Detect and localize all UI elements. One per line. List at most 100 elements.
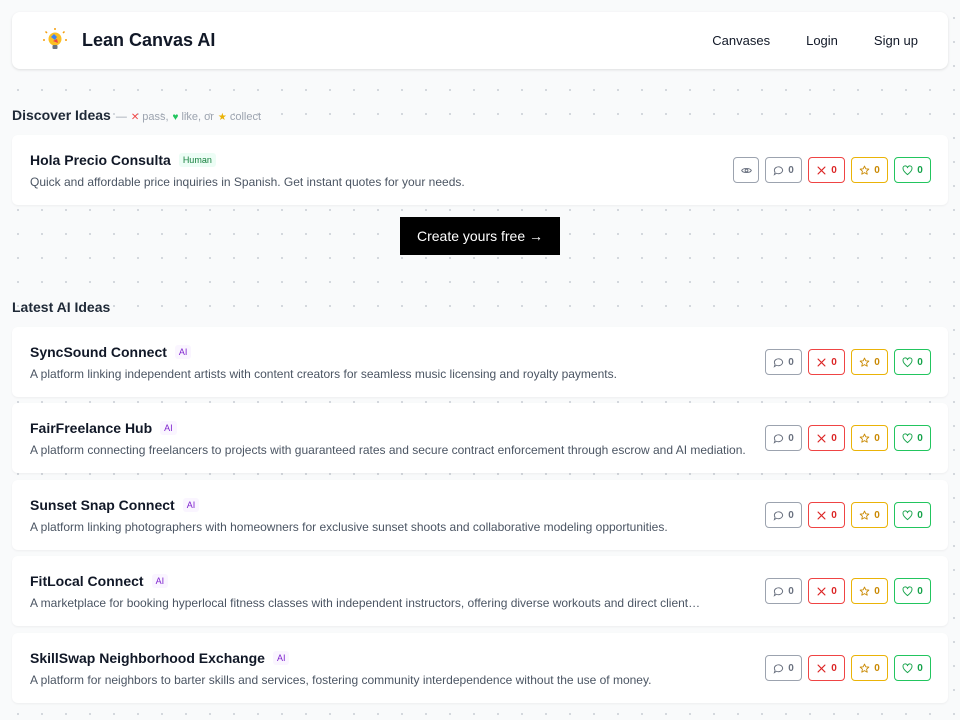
collect-button[interactable]: 0 <box>851 349 888 375</box>
latest-idea-card[interactable]: Sunset Snap Connect AI A platform linking … <box>12 480 948 550</box>
source-tag: AI <box>151 574 169 588</box>
like-count: 0 <box>917 662 923 674</box>
pass-button[interactable]: 0 <box>808 157 845 183</box>
x-icon <box>817 358 826 366</box>
comment-icon <box>773 357 784 368</box>
star-outline-icon <box>859 357 870 367</box>
collect-count: 0 <box>874 432 880 444</box>
source-tag: AI <box>174 345 192 359</box>
idea-actions: 0 0 0 0 <box>765 349 931 375</box>
latest-title: Latest AI Ideas <box>12 299 111 315</box>
card-title-row: FairFreelance Hub AI <box>30 420 177 436</box>
nav-link-canvases[interactable]: Canvases <box>712 33 770 48</box>
comment-icon <box>773 165 784 176</box>
collect-button[interactable]: 0 <box>851 655 888 681</box>
comment-count: 0 <box>788 432 794 444</box>
nav-link-signup[interactable]: Sign up <box>874 33 918 48</box>
lightbulb-logo-icon[interactable] <box>42 27 68 54</box>
comment-button[interactable]: 0 <box>765 502 802 528</box>
latest-idea-card[interactable]: FairFreelance Hub AI A platform connecting… <box>12 403 948 473</box>
star-outline-icon <box>859 510 870 520</box>
brand-name[interactable]: Lean Canvas AI <box>82 30 215 51</box>
idea-description: A platform linking photographers with ho… <box>30 520 668 534</box>
comment-icon <box>773 510 784 521</box>
collect-count: 0 <box>874 164 880 176</box>
reaction-legend: — ✕ pass, ♥ like, or ★ collect <box>116 111 261 123</box>
nav-links: Canvases Login Sign up <box>712 33 918 48</box>
idea-title[interactable]: Hola Precio Consulta <box>30 152 171 168</box>
navbar: Lean Canvas AI Canvases Login Sign up <box>12 12 948 69</box>
collect-count: 0 <box>874 509 880 521</box>
pass-button[interactable]: 0 <box>808 578 845 604</box>
x-icon <box>817 434 826 442</box>
collect-button[interactable]: 0 <box>851 425 888 451</box>
like-count: 0 <box>917 356 923 368</box>
idea-actions: 0 0 0 0 <box>765 578 931 604</box>
source-tag: AI <box>272 651 290 665</box>
comment-count: 0 <box>788 509 794 521</box>
source-tag: AI <box>182 498 200 512</box>
collect-button[interactable]: 0 <box>851 502 888 528</box>
heart-icon: ♥ <box>172 111 179 123</box>
create-free-button[interactable]: Create yours free → <box>400 217 560 255</box>
eye-icon <box>740 167 752 173</box>
idea-title[interactable]: FitLocal Connect <box>30 573 144 589</box>
like-button[interactable]: 0 <box>894 349 931 375</box>
pass-button[interactable]: 0 <box>808 349 845 375</box>
pass-button[interactable]: 0 <box>808 425 845 451</box>
heart-outline-icon <box>902 662 913 673</box>
star-outline-icon <box>859 433 870 443</box>
comment-button[interactable]: 0 <box>765 655 802 681</box>
heart-outline-icon <box>902 356 913 367</box>
legend-like: like, or <box>181 111 214 123</box>
idea-title[interactable]: SyncSound Connect <box>30 344 167 360</box>
discover-header: Discover Ideas — ✕ pass, ♥ like, or ★ co… <box>12 107 261 123</box>
latest-idea-card[interactable]: SyncSound Connect AI A platform linking in… <box>12 327 948 397</box>
comment-button[interactable]: 0 <box>765 349 802 375</box>
card-title-row: Hola Precio Consulta Human <box>30 152 216 168</box>
collect-count: 0 <box>874 356 880 368</box>
comment-count: 0 <box>788 164 794 176</box>
like-button[interactable]: 0 <box>894 502 931 528</box>
comment-count: 0 <box>788 662 794 674</box>
nav-link-login[interactable]: Login <box>806 33 838 48</box>
idea-actions: 0 0 0 0 <box>733 157 931 183</box>
card-title-row: Sunset Snap Connect AI <box>30 497 200 513</box>
idea-title[interactable]: Sunset Snap Connect <box>30 497 175 513</box>
discover-title: Discover Ideas <box>12 107 111 123</box>
like-button[interactable]: 0 <box>894 157 931 183</box>
card-title-row: SyncSound Connect AI <box>30 344 192 360</box>
idea-title[interactable]: FairFreelance Hub <box>30 420 152 436</box>
collect-button[interactable]: 0 <box>851 578 888 604</box>
latest-idea-card[interactable]: SkillSwap Neighborhood Exchange AI A platf… <box>12 633 948 703</box>
like-button[interactable]: 0 <box>894 425 931 451</box>
x-icon <box>817 587 826 595</box>
pass-button[interactable]: 0 <box>808 655 845 681</box>
comment-button[interactable]: 0 <box>765 425 802 451</box>
idea-actions: 0 0 0 0 <box>765 425 931 451</box>
pass-button[interactable]: 0 <box>808 502 845 528</box>
latest-header: Latest AI Ideas <box>12 299 110 315</box>
idea-description: A platform for neighbors to barter skill… <box>30 673 652 687</box>
x-icon <box>817 166 826 174</box>
view-button[interactable] <box>733 157 759 183</box>
comment-button[interactable]: 0 <box>765 157 802 183</box>
comment-button[interactable]: 0 <box>765 578 802 604</box>
idea-description: A marketplace for booking hyperlocal fit… <box>30 596 701 610</box>
pass-count: 0 <box>831 509 837 521</box>
comment-icon <box>773 586 784 597</box>
idea-title[interactable]: SkillSwap Neighborhood Exchange <box>30 650 265 666</box>
comment-icon <box>773 663 784 674</box>
latest-idea-card[interactable]: FitLocal Connect AI A marketplace for book… <box>12 556 948 626</box>
pass-icon: ✕ <box>130 111 140 123</box>
pass-count: 0 <box>831 662 837 674</box>
discover-idea-card[interactable]: Hola Precio Consulta Human Quick and aff… <box>12 135 948 205</box>
pass-count: 0 <box>831 585 837 597</box>
collect-button[interactable]: 0 <box>851 157 888 183</box>
source-tag: Human <box>178 153 216 167</box>
like-button[interactable]: 0 <box>894 578 931 604</box>
like-button[interactable]: 0 <box>894 655 931 681</box>
idea-description: A platform linking independent artists w… <box>30 367 617 381</box>
like-count: 0 <box>917 164 923 176</box>
star-outline-icon <box>859 165 870 175</box>
